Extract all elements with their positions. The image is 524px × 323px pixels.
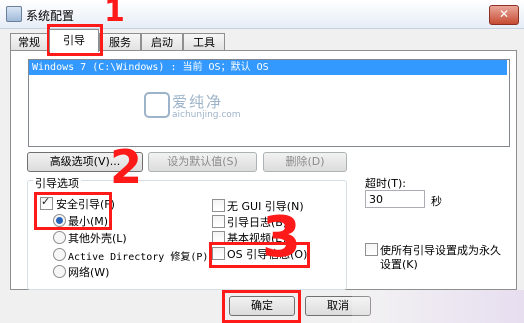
delete-button[interactable]: 删除(D) <box>263 152 347 172</box>
tab-general[interactable]: 常规 <box>10 33 48 51</box>
blurred-corner <box>352 290 524 323</box>
boot-options-label: 引导选项 <box>33 175 81 191</box>
tab-startup[interactable]: 启动 <box>141 33 183 51</box>
network-label: 网络(W) <box>68 266 110 279</box>
tab-services[interactable]: 服务 <box>99 33 141 51</box>
highlight-safe-boot <box>34 192 112 230</box>
close-button[interactable]: ✕ <box>489 5 519 25</box>
annotation-number-1: 1 <box>104 0 125 29</box>
annotation-number-3: 3 <box>262 205 301 270</box>
alternate-shell-label: 其他外壳(L) <box>68 232 127 245</box>
system-config-icon <box>6 6 22 22</box>
timeout-unit: 秒 <box>431 195 442 208</box>
boot-log-checkbox[interactable] <box>212 215 225 228</box>
ad-repair-radio[interactable] <box>53 248 66 261</box>
network-radio[interactable] <box>53 265 66 278</box>
watermark-subtitle: aichunjing.com <box>172 110 241 120</box>
tab-boot[interactable]: 引导 <box>49 29 99 52</box>
highlight-ok-button <box>222 290 301 323</box>
timeout-label: 超时(T): <box>365 177 407 190</box>
watermark-title: 爱纯净 <box>172 93 224 111</box>
ad-repair-label: Active Directory 修复(P) <box>68 252 209 263</box>
watermark-logo-icon <box>144 92 170 118</box>
timeout-input[interactable]: 30 <box>365 190 425 208</box>
os-list-item[interactable]: Windows 7 (C:\Windows) : 当前 OS；默认 OS <box>29 60 507 75</box>
make-permanent-checkbox[interactable] <box>365 243 378 256</box>
alternate-shell-radio[interactable] <box>53 231 66 244</box>
window-title: 系统配置 <box>26 9 75 23</box>
tab-tools[interactable]: 工具 <box>183 33 225 51</box>
no-gui-boot-checkbox[interactable] <box>212 199 225 212</box>
annotation-number-2: 2 <box>110 140 143 194</box>
make-permanent-label-line2: 设置(K) <box>380 258 418 271</box>
set-default-button[interactable]: 设为默认值(S) <box>148 152 257 172</box>
